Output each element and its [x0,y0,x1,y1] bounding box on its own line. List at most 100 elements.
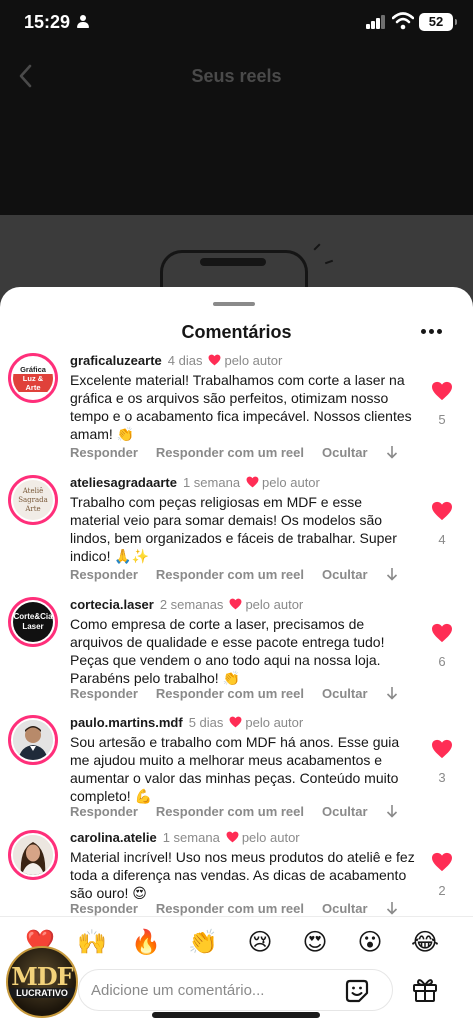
by-author-label: pelo autor [245,597,304,612]
avatar[interactable] [8,715,58,765]
sheet-grabber[interactable] [213,302,255,306]
comment-meta: carolina.atelie 1 semana pelo autor [70,830,300,845]
comment-username[interactable]: graficaluzearte [70,353,162,368]
reply-reel-button[interactable]: Responder com um reel [156,567,304,582]
reply-button[interactable]: Responder [70,567,138,582]
by-author-label: pelo autor [245,715,304,730]
logo-text: LUCRATIVO [8,988,76,998]
home-indicator [152,1012,320,1018]
hide-button[interactable]: Ocultar [322,686,368,701]
avatar-text: Sagrada [18,495,48,504]
avatar-text: Laser [22,622,44,631]
comment-actions: Responder Responder com um reel Ocultar [70,445,398,460]
like-count: 6 [438,654,446,669]
comment-username[interactable]: carolina.atelie [70,830,157,845]
heart-icon [432,852,452,872]
comment-username[interactable]: cortecia.laser [70,597,154,612]
avatar[interactable]: Corte&Cia Laser [8,597,58,647]
like-count: 5 [438,412,446,427]
heart-icon [432,381,452,401]
emoji-button[interactable]: 😂 [407,925,443,961]
by-author-label: pelo autor [262,475,320,490]
chevron-down-icon[interactable] [386,567,398,581]
hide-button[interactable]: Ocultar [322,567,368,582]
avatar[interactable]: Gráfica Luz & Arte [8,353,58,403]
emoji-button[interactable]: 👏 [185,925,221,961]
heart-icon [226,831,239,843]
chevron-down-icon[interactable] [386,445,398,459]
heart-icon [432,623,452,643]
heart-icon [229,716,242,728]
comment-username[interactable]: paulo.martins.mdf [70,715,183,730]
comment-time: 1 semana [182,475,241,490]
comment-actions: Responder Responder com um reel Ocultar [70,901,398,916]
comment-time: 4 dias [167,353,203,368]
emoji-button[interactable]: 😍 [297,925,333,961]
comments-sheet: Comentários Gráfica Luz & Arte graficalu… [0,287,473,1024]
comment-text: Excelente material! Trabalhamos com cort… [70,372,412,442]
reply-button[interactable]: Responder [70,901,138,916]
comment-actions: Responder Responder com um reel Ocultar [70,686,398,701]
like-button[interactable]: 2 [429,852,455,898]
sticker-icon[interactable] [344,978,370,1004]
profile-photo [13,720,53,760]
comment-text: Como empresa de corte a laser, precisamo… [70,616,385,686]
more-icon[interactable] [421,329,443,335]
hide-button[interactable]: Ocultar [322,901,368,916]
comment-input-placeholder: Adicione um comentário... [91,982,265,999]
comment-actions: Responder Responder com um reel Ocultar [70,567,398,582]
comment-text: Material incrível! Uso nos meus produtos… [70,849,415,901]
hide-button[interactable]: Ocultar [322,445,368,460]
avatar-text: Gráfica [20,364,46,374]
signal-icon [366,15,386,29]
sheet-title: Comentários [181,322,292,342]
status-bar: 15:29 52 [0,0,473,44]
hide-button[interactable]: Ocultar [322,804,368,819]
status-time: 15:29 [24,12,71,32]
emoji-button[interactable]: 🙌 [74,925,110,961]
reply-button[interactable]: Responder [70,686,138,701]
by-author-label: pelo autor [224,353,283,368]
avatar-text: Arte [25,504,41,513]
comment-time: 1 semana [162,830,220,845]
like-button[interactable]: 3 [429,739,455,785]
avatar[interactable] [8,830,58,880]
reply-reel-button[interactable]: Responder com um reel [156,901,304,916]
emoji-button[interactable]: 🔥 [128,925,164,961]
like-button[interactable]: 4 [429,501,455,547]
heart-icon [209,354,221,366]
heart-icon [432,501,452,521]
reply-reel-button[interactable]: Responder com um reel [156,686,304,701]
emoji-quick-reactions: ❤️ 🙌 🔥 👏 😢 😍 😮 😂 [0,925,473,961]
emoji-button[interactable]: 😢 [242,925,278,961]
reply-reel-button[interactable]: Responder com um reel [156,804,304,819]
gift-icon[interactable] [411,975,439,1003]
wifi-icon [392,12,414,30]
reply-button[interactable]: Responder [70,445,138,460]
avatar-text: Ateliê [22,486,44,495]
avatar-text: Luz & Arte [13,373,53,392]
avatar[interactable]: Ateliê Sagrada Arte [8,475,58,525]
comment-input[interactable]: Adicione um comentário... [78,969,393,1011]
chevron-down-icon[interactable] [386,686,398,700]
profile-photo [13,835,53,875]
page-title: Seus reels [191,66,282,86]
brand-logo: MDF LUCRATIVO [6,946,78,1018]
comment-actions: Responder Responder com um reel Ocultar [70,804,398,819]
like-count: 3 [438,770,446,785]
phone-notch [200,258,266,266]
comment-meta: graficaluzearte 4 dias pelo autor [70,353,282,368]
reply-reel-button[interactable]: Responder com um reel [156,445,304,460]
comment-meta: paulo.martins.mdf 5 dias pelo autor [70,715,303,730]
emoji-button[interactable]: 😮 [352,925,388,961]
comment-username[interactable]: ateliesagradaarte [70,475,177,490]
like-button[interactable]: 5 [429,381,455,427]
chevron-down-icon[interactable] [386,804,398,818]
chevron-down-icon[interactable] [386,901,398,915]
heart-icon [246,476,259,488]
like-button[interactable]: 6 [429,623,455,669]
like-count: 4 [438,532,446,547]
person-icon [77,15,89,28]
reply-button[interactable]: Responder [70,804,138,819]
logo-text: MDF [11,962,73,991]
